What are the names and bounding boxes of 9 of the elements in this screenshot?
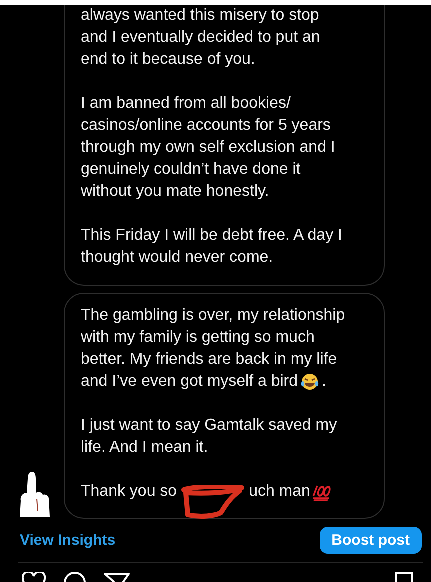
message-text: I am banned from all bookies/ casinos/online accounts for 5 years through my own self exclusion and I genuinely couldn’t have done it without you mate honestly.	[81, 94, 336, 202]
message-text: and I’ve even got myself a bird	[81, 372, 298, 392]
view-insights-link[interactable]: View Insights	[20, 532, 116, 549]
message-text: .	[322, 372, 326, 392]
message-text: This Friday I will be debt free. A day I thought would never come.	[81, 226, 342, 268]
message-text: uch man	[249, 482, 310, 502]
message-text: Thank you so	[81, 482, 178, 502]
message-text: I just want to say Gamtalk saved my life. And I mean it.	[81, 416, 338, 458]
message-text: always wanted this misery to stop and I eventually decided to put an end to it because of you.	[81, 6, 320, 70]
